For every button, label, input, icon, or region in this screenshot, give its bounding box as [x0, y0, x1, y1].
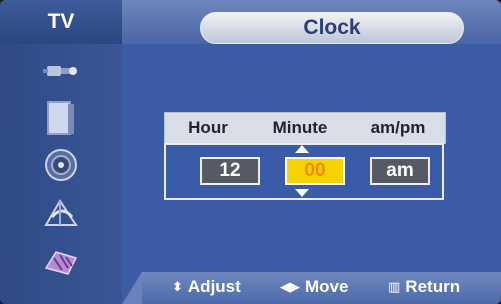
tv-osd-screen: TV Clock Hour Minute am/pm 12 00 am ⬍ Ad… — [0, 0, 501, 304]
setup-connector-icon[interactable] — [40, 240, 82, 282]
increase-arrow-icon[interactable] — [295, 145, 309, 153]
return-menu-icon: ▥ — [388, 279, 401, 294]
input-plug-icon[interactable] — [40, 50, 82, 92]
bottom-hint-bar: ⬍ Adjust ◀▶ Move ▥ Return — [122, 272, 501, 304]
ampm-column-header: am/pm — [370, 118, 426, 137]
sound-speaker-icon[interactable] — [40, 144, 82, 186]
minute-field[interactable]: 00 — [285, 157, 345, 185]
main-panel: Hour Minute am/pm 12 00 am — [122, 44, 501, 304]
picture-screen-icon[interactable] — [40, 98, 82, 140]
clock-column-headers: Hour Minute am/pm — [164, 112, 446, 144]
top-bar: TV Clock — [0, 0, 501, 44]
move-hint: ◀▶ Move — [280, 277, 348, 297]
left-right-arrows-icon: ◀▶ — [280, 279, 300, 294]
ampm-field[interactable]: am — [370, 157, 430, 185]
antenna-dish-icon[interactable] — [40, 192, 82, 234]
page-title: Clock — [200, 12, 464, 44]
section-label: TV — [0, 0, 122, 44]
adjust-hint: ⬍ Adjust — [172, 277, 241, 297]
minute-value: 00 — [304, 160, 326, 181]
move-label: Move — [305, 277, 349, 296]
return-label: Return — [405, 277, 461, 296]
return-hint: ▥ Return — [388, 277, 460, 297]
menu-sidebar — [0, 44, 122, 304]
up-down-arrows-icon: ⬍ — [172, 279, 183, 294]
decrease-arrow-icon[interactable] — [295, 189, 309, 197]
clock-fields: 12 00 am — [164, 143, 444, 200]
clock-panel: Hour Minute am/pm 12 00 am — [164, 112, 446, 202]
adjust-label: Adjust — [187, 277, 241, 296]
bottom-bar-corner — [122, 272, 142, 304]
hour-column-header: Hour — [188, 118, 228, 137]
minute-column-header: Minute — [272, 118, 328, 137]
hour-field[interactable]: 12 — [200, 157, 260, 185]
